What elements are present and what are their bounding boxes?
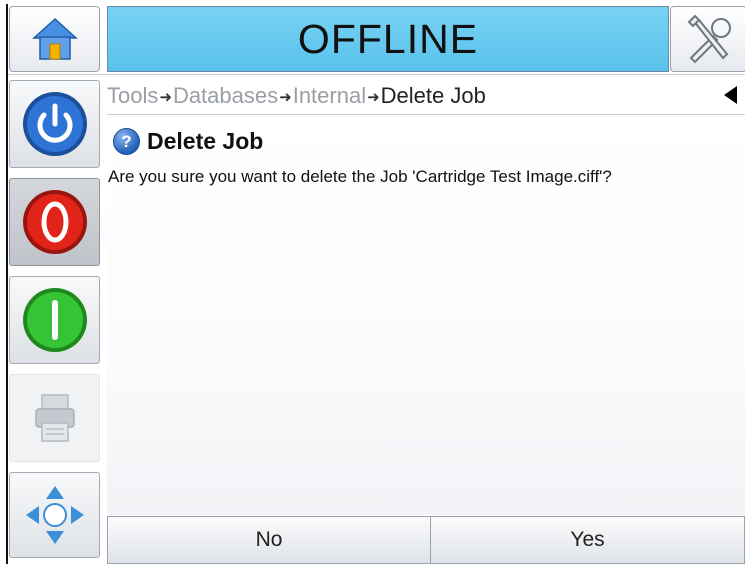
home-button[interactable] <box>9 6 100 72</box>
top-separator <box>8 74 745 75</box>
dialog-heading: ? Delete Job <box>113 128 263 155</box>
home-icon <box>31 17 78 60</box>
start-icon <box>22 288 87 352</box>
no-button-label: No <box>255 528 283 551</box>
breadcrumb-arrow-icon: ➜ <box>159 89 172 106</box>
printer-icon <box>34 394 75 442</box>
navigate-icon <box>25 486 84 544</box>
status-title-bar: OFFLINE <box>107 6 669 72</box>
yes-button-label: Yes <box>570 528 605 551</box>
power-button[interactable] <box>9 80 100 168</box>
dialog-title: Delete Job <box>147 128 264 154</box>
back-arrow-icon[interactable] <box>724 86 737 104</box>
breadcrumb: Tools ➜ Databases ➜ Internal ➜ Delete Jo… <box>107 78 745 115</box>
breadcrumb-item-delete-job: Delete Job <box>380 83 486 108</box>
breadcrumb-item-databases[interactable]: Databases <box>173 83 278 109</box>
navigate-button[interactable] <box>9 472 100 558</box>
stop-icon <box>22 190 87 254</box>
status-title: OFFLINE <box>297 15 479 62</box>
breadcrumb-item-tools[interactable]: Tools <box>107 83 158 109</box>
action-bar: No Yes <box>107 516 745 564</box>
stop-button[interactable] <box>9 178 100 266</box>
breadcrumb-item-internal[interactable]: Internal <box>293 83 366 109</box>
breadcrumb-arrow-icon: ➜ <box>367 89 380 106</box>
yes-button[interactable]: Yes <box>431 516 745 564</box>
no-button[interactable]: No <box>107 516 431 564</box>
dialog-panel: ? Delete Job Are you sure you want to de… <box>107 115 745 515</box>
start-button[interactable] <box>9 276 100 364</box>
tools-icon <box>687 14 731 64</box>
breadcrumb-arrow-icon: ➜ <box>279 89 292 106</box>
power-icon <box>22 92 87 156</box>
dialog-message: Are you sure you want to delete the Job … <box>108 167 612 186</box>
print-button[interactable] <box>9 374 100 462</box>
question-icon: ? <box>113 128 140 155</box>
tools-button[interactable] <box>670 6 745 72</box>
